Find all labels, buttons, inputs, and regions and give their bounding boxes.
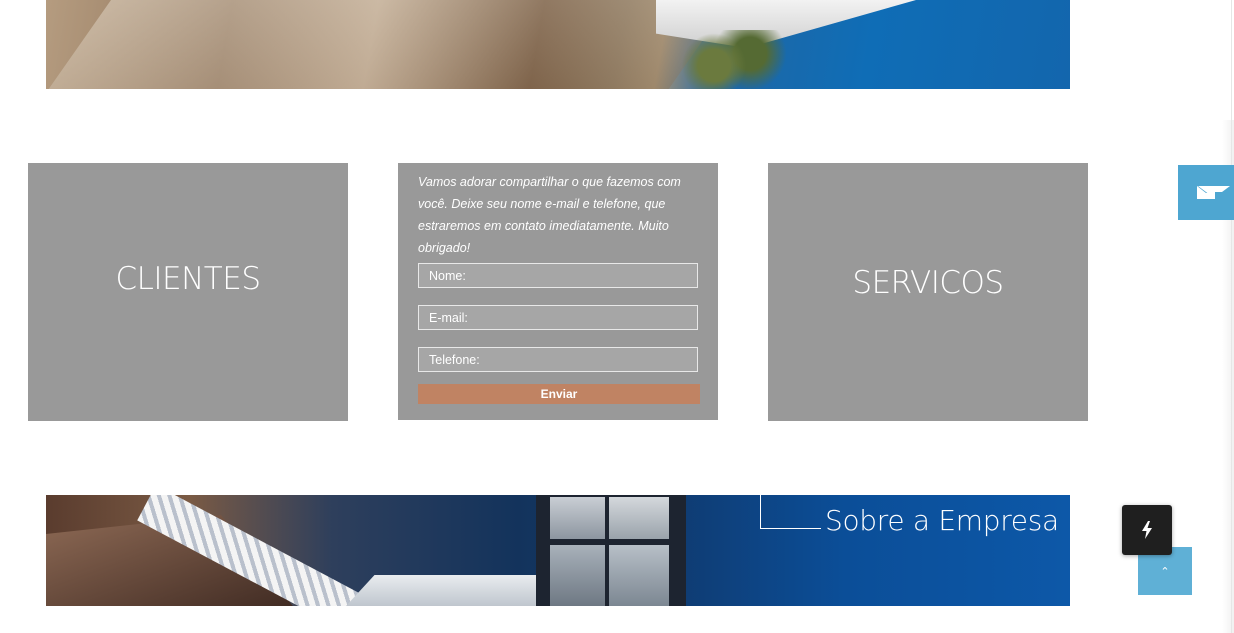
phone-field[interactable] <box>418 347 698 372</box>
right-edge-divider <box>1231 0 1232 633</box>
submit-button[interactable]: Enviar <box>418 384 700 404</box>
lightning-bolt-icon <box>1142 521 1152 539</box>
about-company-title: Sobre a Empresa <box>825 504 1059 537</box>
servicos-tile-label: SERVICOS <box>852 265 1004 301</box>
contact-mail-button[interactable] <box>1178 165 1234 220</box>
email-field[interactable] <box>418 305 698 330</box>
servicos-tile[interactable]: SERVICOS <box>768 163 1088 421</box>
chevron-up-icon: ⌃ <box>1160 565 1170 578</box>
top-banner-image <box>46 0 1070 89</box>
name-field[interactable] <box>418 263 698 288</box>
quick-action-button[interactable] <box>1122 505 1172 555</box>
envelope-icon <box>1197 186 1230 199</box>
contact-form: Vamos adorar compartilhar o que fazemos … <box>398 163 718 420</box>
about-company-banner[interactable]: Sobre a Empresa <box>46 495 1070 606</box>
clientes-tile[interactable]: CLIENTES <box>28 163 348 421</box>
title-bracket-line <box>760 495 821 529</box>
contact-form-intro: Vamos adorar compartilhar o que fazemos … <box>418 175 681 255</box>
clientes-tile-label: CLIENTES <box>115 261 261 297</box>
